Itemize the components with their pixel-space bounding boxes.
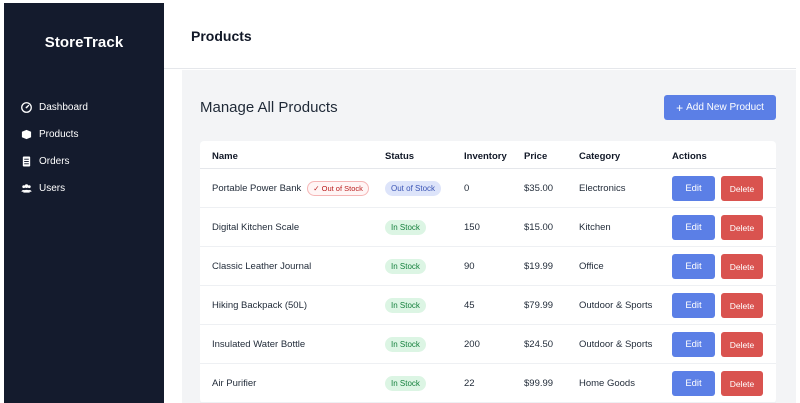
product-name: Insulated Water Bottle — [212, 339, 306, 350]
cell-inventory: 90 — [464, 261, 475, 272]
cell-price: $24.50 — [524, 339, 554, 350]
product-name: Air Purifier — [212, 378, 257, 389]
cell-status: In Stock — [385, 286, 426, 325]
delete-button[interactable]: Delete — [721, 215, 763, 240]
status-badge: In Stock — [385, 298, 426, 313]
edit-button[interactable]: Edit — [672, 332, 715, 357]
product-name: Classic Leather Journal — [212, 261, 312, 272]
cell-status: In Stock — [385, 247, 426, 286]
orders-icon — [21, 156, 32, 167]
plus-icon: + — [676, 100, 684, 115]
status-badge: In Stock — [385, 337, 426, 352]
main-content: Manage All Products + Add New Product Na… — [182, 70, 796, 403]
sidebar-item-label: Orders — [39, 156, 70, 167]
add-product-button[interactable]: + Add New Product — [664, 95, 776, 120]
add-product-label: Add New Product — [686, 102, 764, 113]
page-title: Products — [191, 28, 252, 44]
edit-button[interactable]: Edit — [672, 176, 715, 201]
table-row: Hiking Backpack (50L) In Stock 45 $79.99 Out… — [200, 286, 776, 325]
sidebar-item-label: Products — [39, 129, 79, 140]
page-header: Products — [164, 3, 796, 69]
cell-category: Outdoor & Sports — [579, 339, 653, 350]
cell-category: Electronics — [579, 183, 626, 194]
cell-name: Classic Leather Journal — [212, 247, 311, 286]
status-badge: In Stock — [385, 259, 426, 274]
delete-button[interactable]: Delete — [721, 176, 763, 201]
cell-price: $79.99 — [524, 300, 554, 311]
table-row: Air Purifier In Stock 22 $99.99 Home Goods Ed… — [200, 364, 776, 403]
cell-category: Kitchen — [579, 222, 611, 233]
users-icon — [21, 183, 32, 194]
table-row: Insulated Water Bottle In Stock 200 $24.50 O… — [200, 325, 776, 364]
cell-inventory: 22 — [464, 378, 475, 389]
sidebar-item-users[interactable]: Users — [4, 175, 164, 202]
column-header-name: Name — [212, 151, 238, 162]
status-badge: In Stock — [385, 220, 426, 235]
cell-status: In Stock — [385, 364, 426, 403]
column-header-status: Status — [385, 151, 415, 162]
edit-button[interactable]: Edit — [672, 215, 715, 240]
cell-status: In Stock — [385, 325, 426, 364]
column-header-inventory: Inventory — [464, 151, 507, 162]
cell-status: In Stock — [385, 208, 426, 247]
table-row: Digital Kitchen Scale In Stock 150 $15.00 Ki… — [200, 208, 776, 247]
cell-inventory: 0 — [464, 183, 470, 194]
table-row: Classic Leather Journal In Stock 90 $19.99 O… — [200, 247, 776, 286]
cell-price: $35.00 — [524, 183, 554, 194]
delete-button[interactable]: Delete — [721, 254, 763, 279]
cell-name: Portable Power Bank ✓ Out of Stock — [212, 169, 369, 208]
cell-category: Home Goods — [579, 378, 635, 389]
cell-category: Outdoor & Sports — [579, 300, 653, 311]
cell-name: Digital Kitchen Scale — [212, 208, 299, 247]
column-header-category: Category — [579, 151, 621, 162]
cell-price: $15.00 — [524, 222, 554, 233]
products-table: Name Status Inventory Price Category Act… — [200, 141, 776, 403]
delete-button[interactable]: Delete — [721, 332, 763, 357]
status-badge: Out of Stock — [385, 181, 442, 196]
dashboard-icon — [21, 102, 32, 113]
cell-name: Air Purifier — [212, 364, 256, 403]
cell-inventory: 45 — [464, 300, 475, 311]
cell-inventory: 200 — [464, 339, 480, 350]
edit-button[interactable]: Edit — [672, 371, 715, 396]
cell-price: $99.99 — [524, 378, 554, 389]
edit-button[interactable]: Edit — [672, 254, 715, 279]
edit-button[interactable]: Edit — [672, 293, 715, 318]
product-name: Digital Kitchen Scale — [212, 222, 300, 233]
product-name: Hiking Backpack (50L) — [212, 300, 308, 311]
status-badge: In Stock — [385, 376, 426, 391]
sidebar-item-orders[interactable]: Orders — [4, 148, 164, 175]
sidebar-item-label: Users — [39, 183, 66, 194]
products-icon — [21, 129, 32, 140]
sidebar-item-dashboard[interactable]: Dashboard — [4, 94, 164, 121]
table-header: Name Status Inventory Price Category Act… — [200, 141, 776, 169]
sidebar: StoreTrack Dashboard Products Orders Use… — [4, 3, 164, 403]
column-header-price: Price — [524, 151, 548, 162]
delete-button[interactable]: Delete — [721, 371, 763, 396]
cell-name: Insulated Water Bottle — [212, 325, 305, 364]
delete-button[interactable]: Delete — [721, 293, 763, 318]
app-brand: StoreTrack — [44, 34, 124, 51]
cell-status: Out of Stock — [385, 169, 442, 208]
cell-inventory: 150 — [464, 222, 480, 233]
cell-price: $19.99 — [524, 261, 554, 272]
section-title: Manage All Products — [200, 99, 338, 116]
column-header-actions: Actions — [672, 151, 707, 162]
sidebar-nav: Dashboard Products Orders Users — [4, 94, 164, 202]
cell-category: Office — [579, 261, 604, 272]
product-name: Portable Power Bank — [212, 183, 302, 194]
sidebar-item-products[interactable]: Products — [4, 121, 164, 148]
out-of-stock-tag: ✓ Out of Stock — [307, 181, 369, 196]
table-row: Portable Power Bank ✓ Out of Stock Out of … — [200, 169, 776, 208]
sidebar-item-label: Dashboard — [39, 102, 88, 113]
cell-name: Hiking Backpack (50L) — [212, 286, 307, 325]
